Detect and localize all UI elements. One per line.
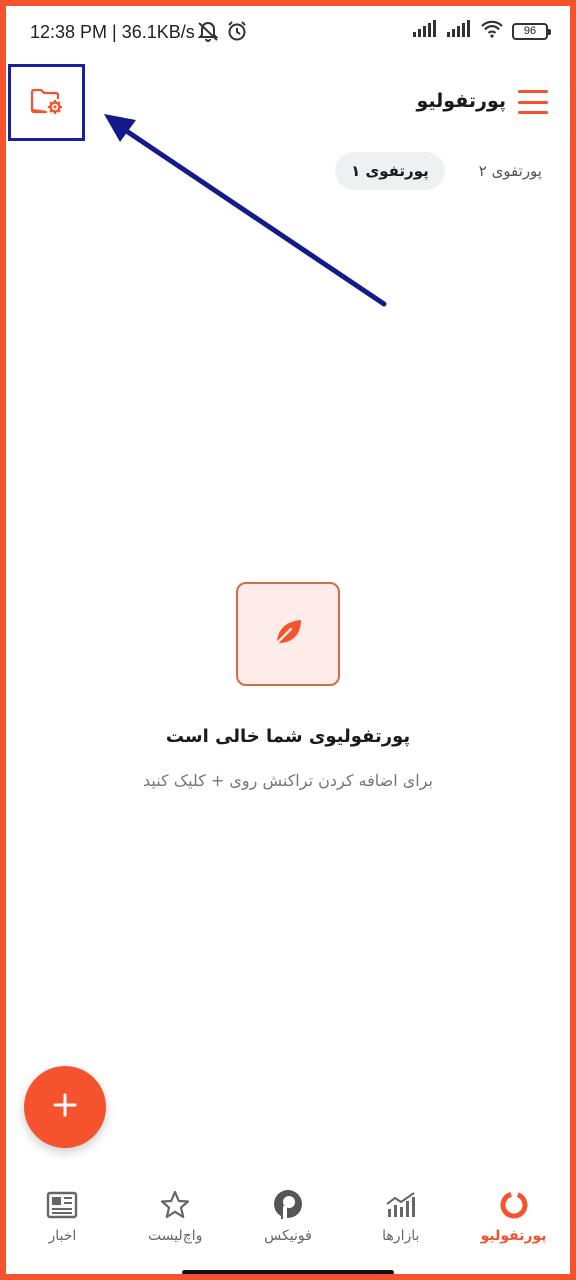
markets-chart-icon xyxy=(385,1188,417,1222)
app-frame: 12:38 PM | 36.1KB/s 96 پورتفولیو پورتفوی… xyxy=(0,0,576,1280)
nav-label: پورتفولیو xyxy=(480,1228,547,1244)
bottom-nav: پورتفولیو بازارها xyxy=(6,1176,570,1266)
empty-state-title: پورتفولیوی شما خالی است xyxy=(165,726,411,747)
leaf-icon xyxy=(271,615,305,653)
annotation-arrow xyxy=(104,114,387,307)
news-icon xyxy=(46,1188,78,1222)
nav-item-watchlist[interactable]: واچ‌لیست xyxy=(119,1176,231,1266)
nav-label: فونیکس xyxy=(264,1228,312,1244)
empty-state-subtitle: برای اضافه کردن تراکنش روی + کلیک کنید xyxy=(143,771,433,790)
nav-label: بازارها xyxy=(382,1228,420,1244)
add-transaction-button[interactable] xyxy=(24,1066,106,1148)
star-icon xyxy=(160,1188,190,1222)
nav-label: واچ‌لیست xyxy=(147,1228,203,1244)
nav-item-portfolio[interactable]: پورتفولیو xyxy=(458,1176,570,1266)
plus-icon xyxy=(52,1092,78,1122)
nav-item-markets[interactable]: بازارها xyxy=(345,1176,457,1266)
portfolio-ring-icon xyxy=(499,1188,529,1222)
empty-state-icon-box xyxy=(236,582,340,686)
nav-item-fonix[interactable]: فونیکس xyxy=(232,1176,344,1266)
fonix-logo-icon xyxy=(271,1188,305,1222)
nav-label: اخبار xyxy=(48,1228,77,1244)
home-indicator[interactable] xyxy=(182,1270,394,1274)
nav-item-news[interactable]: اخبار xyxy=(6,1176,118,1266)
